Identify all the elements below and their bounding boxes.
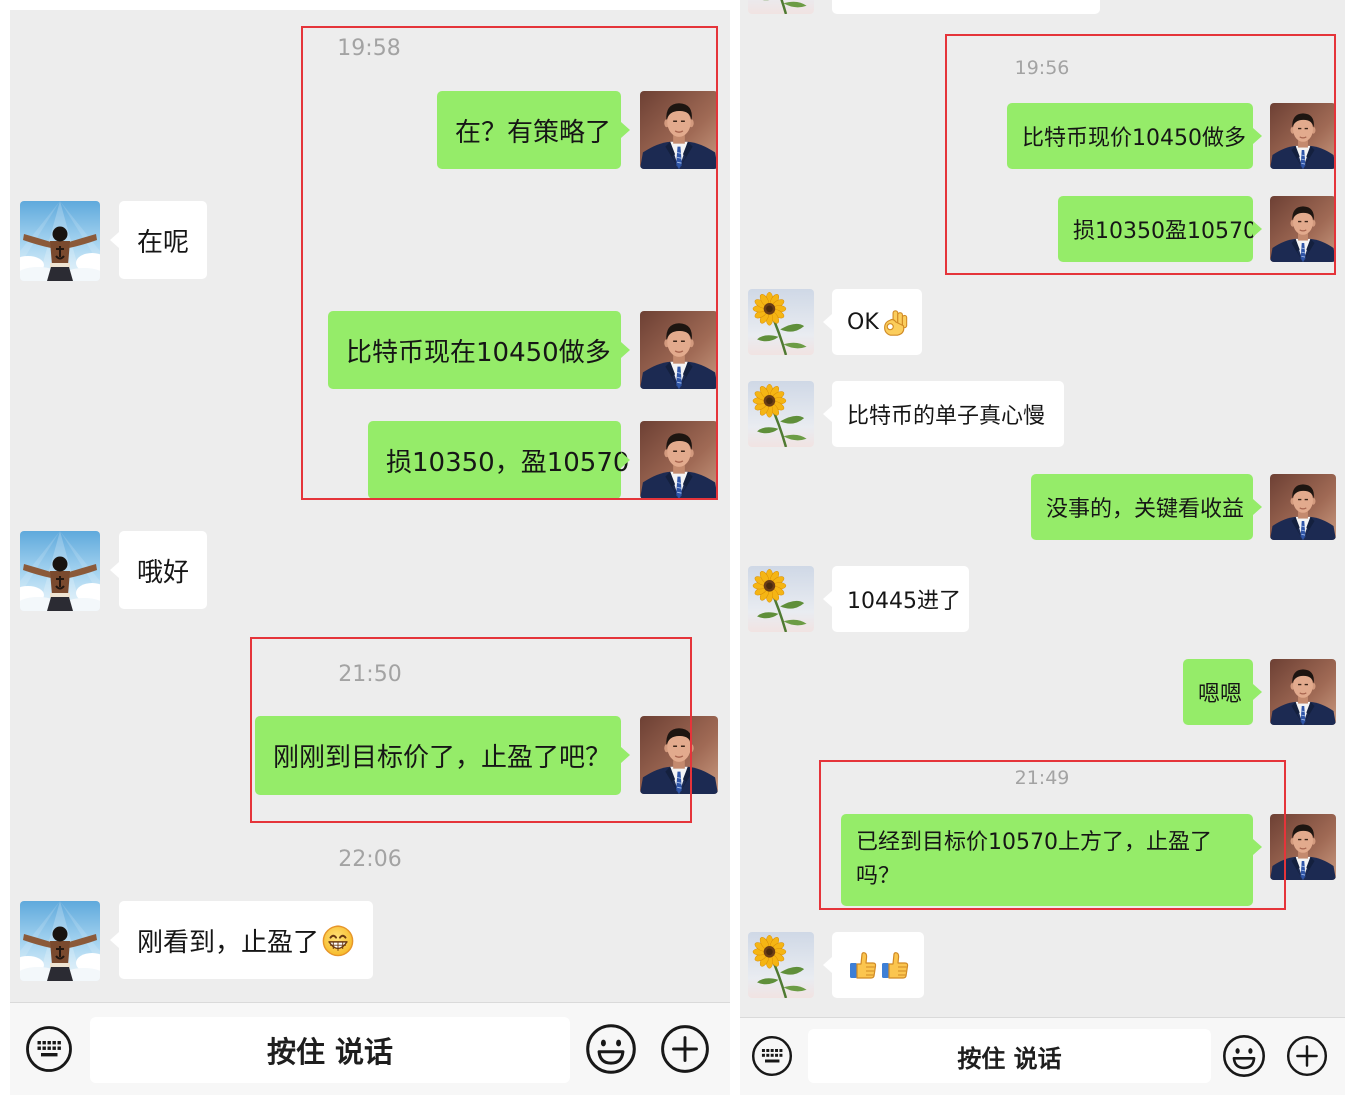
message-text: 比特币现在10450做多: [346, 337, 611, 368]
contact-avatar[interactable]: [748, 381, 814, 447]
message-bubble[interactable]: 在呢: [110, 201, 207, 279]
input-bar: 按住 说话: [10, 1002, 730, 1095]
message-text: 比特币现价10450做多: [1022, 126, 1246, 151]
message-bubble[interactable]: 哦好: [110, 531, 207, 609]
contact-avatar[interactable]: [20, 531, 100, 611]
self-avatar[interactable]: [1270, 474, 1336, 540]
hold-to-talk-button[interactable]: 按住 说话: [90, 1017, 570, 1083]
timestamp: 19:56: [1014, 57, 1070, 79]
message-text: 刚看到，止盈了: [137, 927, 320, 958]
hold-to-talk-button[interactable]: 按住 说话: [808, 1029, 1211, 1083]
message-text: 嗯嗯: [1198, 682, 1243, 707]
smiley-icon[interactable]: [585, 1023, 637, 1075]
message-bubble[interactable]: 损10350盈10570: [1058, 196, 1262, 262]
ok-hand-icon: [879, 307, 909, 337]
message-bubble[interactable]: 刚看到，止盈了: [110, 901, 373, 979]
message-bubble[interactable]: OK: [823, 289, 922, 355]
message-bubble[interactable]: 10445进了: [823, 566, 969, 632]
message-text: 没事的，关键看收益: [1046, 497, 1245, 522]
self-avatar[interactable]: [1270, 196, 1336, 262]
self-avatar[interactable]: [1270, 814, 1336, 880]
message-bubble[interactable]: 刚刚到目标价了，止盈了吧？: [255, 716, 630, 795]
message-text: 在？有策略了: [455, 117, 612, 148]
keyboard-icon[interactable]: [25, 1025, 73, 1073]
message-bubble[interactable]: [832, 0, 1100, 14]
message-text: 哦好: [137, 557, 190, 588]
thumbs-up-icon: [880, 950, 910, 980]
message-text-line: 已经到目标价10570上方了，止盈了: [856, 830, 1212, 855]
chat-panel-right: 19:56 比特币现价10450做多 损10350盈10570 OK 比特币的单…: [740, 0, 1345, 1095]
timestamp: 21:49: [1014, 767, 1070, 789]
input-bar: 按住 说话: [740, 1017, 1345, 1095]
message-bubble[interactable]: [823, 932, 924, 998]
contact-avatar[interactable]: [748, 566, 814, 632]
self-avatar[interactable]: [640, 716, 718, 794]
keyboard-icon[interactable]: [751, 1035, 793, 1077]
self-avatar[interactable]: [640, 91, 718, 169]
message-text: 10445进了: [847, 589, 961, 614]
chat-panel-left: 19:58 在？有策略了 在呢 比特币现在10450做多 损10350，盈105…: [10, 10, 730, 1095]
message-text: 在呢: [137, 227, 190, 258]
message-text: 损10350盈10570: [1073, 219, 1257, 244]
message-bubble[interactable]: 比特币现价10450做多: [1007, 103, 1262, 169]
message-bubble[interactable]: 没事的，关键看收益: [1031, 474, 1262, 540]
self-avatar[interactable]: [1270, 659, 1336, 725]
plus-icon[interactable]: [660, 1024, 710, 1074]
contact-avatar[interactable]: [20, 201, 100, 281]
message-bubble[interactable]: 比特币现在10450做多: [328, 311, 630, 389]
contact-avatar[interactable]: [20, 901, 100, 981]
message-text-line: 吗？: [856, 864, 901, 889]
message-bubble[interactable]: 在？有策略了: [437, 91, 630, 169]
thumbs-up-icon: [848, 950, 878, 980]
self-avatar[interactable]: [640, 421, 718, 499]
self-avatar[interactable]: [640, 311, 718, 389]
contact-avatar[interactable]: [748, 0, 814, 14]
message-text: 损10350，盈10570: [386, 447, 630, 478]
timestamp: 19:58: [337, 36, 401, 61]
timestamp: 21:50: [338, 662, 402, 687]
message-bubble[interactable]: 已经到目标价10570上方了，止盈了 吗？: [841, 814, 1262, 906]
smiley-icon[interactable]: [1222, 1034, 1266, 1078]
message-bubble[interactable]: 嗯嗯: [1183, 659, 1262, 725]
message-bubble[interactable]: 比特币的单子真心慢: [823, 381, 1064, 447]
contact-avatar[interactable]: [748, 932, 814, 998]
grinning-face-icon: [321, 923, 355, 957]
message-text: 比特币的单子真心慢: [847, 404, 1046, 429]
self-avatar[interactable]: [1270, 103, 1336, 169]
plus-icon[interactable]: [1286, 1035, 1328, 1077]
message-text: 刚刚到目标价了，止盈了吧？: [273, 743, 612, 773]
contact-avatar[interactable]: [748, 289, 814, 355]
timestamp: 22:06: [338, 847, 402, 872]
message-bubble[interactable]: 损10350，盈10570: [368, 421, 630, 499]
message-text: OK: [847, 309, 879, 335]
